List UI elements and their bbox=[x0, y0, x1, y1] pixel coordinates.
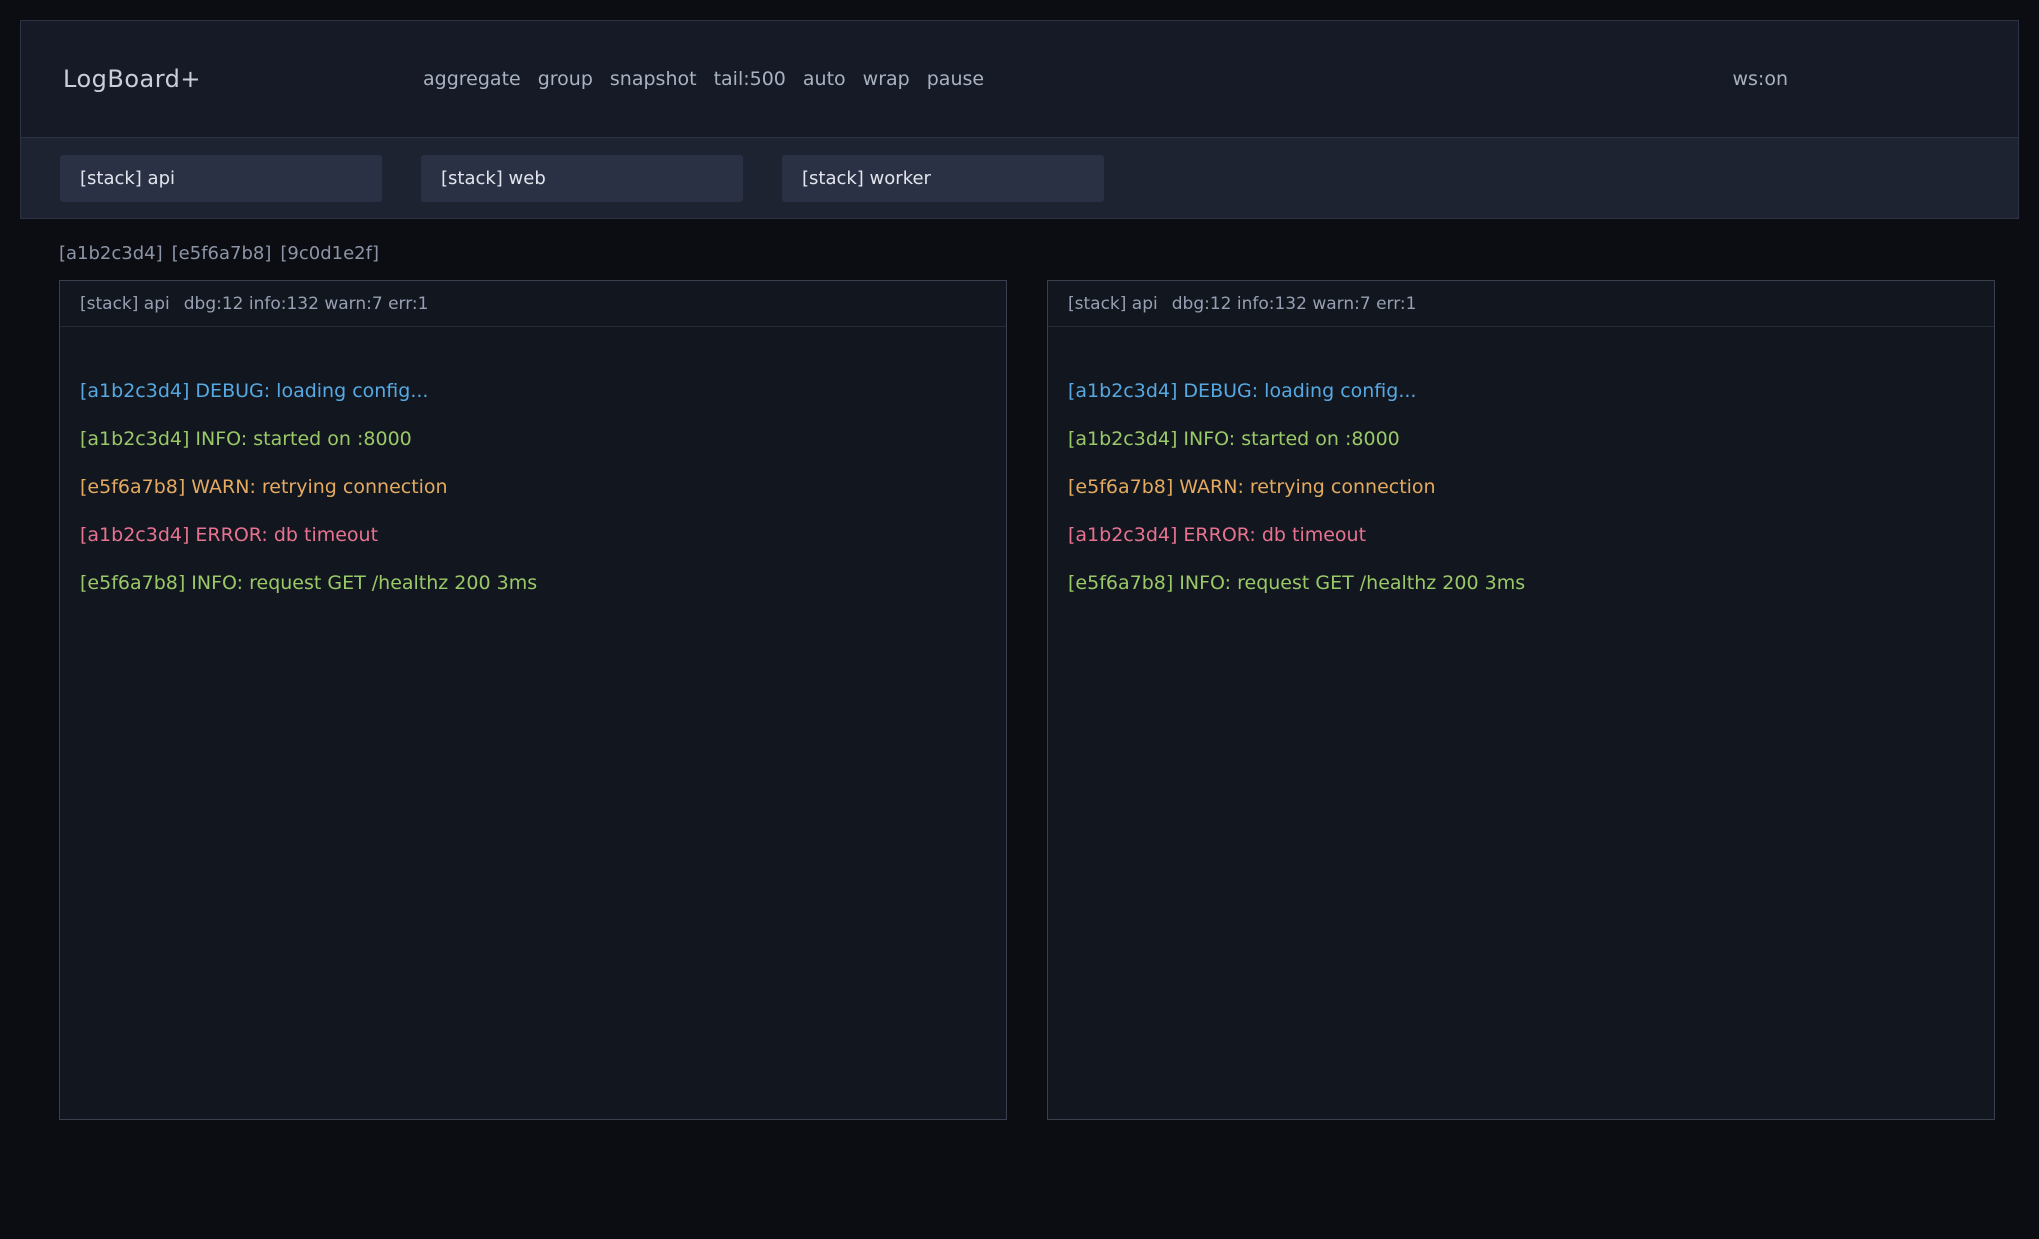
log-line: [e5f6a7b8] WARN: retrying connection bbox=[1068, 463, 1974, 511]
panel-header: [stack] api dbg:12 info:132 warn:7 err:1 bbox=[60, 281, 1006, 327]
toolbar-item-group[interactable]: group bbox=[538, 68, 593, 90]
stack-tab-api[interactable]: [stack] api bbox=[60, 155, 382, 202]
top-shell: LogBoard+ aggregate group snapshot tail:… bbox=[20, 20, 2019, 219]
toolbar-item-aggregate[interactable]: aggregate bbox=[423, 68, 521, 90]
panel-stats: dbg:12 info:132 warn:7 err:1 bbox=[1172, 294, 1417, 314]
trace-id-chip: [9c0d1e2f] bbox=[280, 243, 379, 264]
app-title: LogBoard+ bbox=[63, 65, 201, 93]
trace-id-chip: [a1b2c3d4] bbox=[59, 243, 163, 264]
panel-header: [stack] api dbg:12 info:132 warn:7 err:1 bbox=[1048, 281, 1994, 327]
panel-title: [stack] api bbox=[1068, 294, 1158, 314]
toolbar-item-pause[interactable]: pause bbox=[927, 68, 984, 90]
log-line: [a1b2c3d4] INFO: started on :8000 bbox=[80, 415, 986, 463]
toolbar: aggregate group snapshot tail:500 auto w… bbox=[423, 68, 984, 90]
log-line: [a1b2c3d4] ERROR: db timeout bbox=[80, 511, 986, 559]
stack-tab-row: [stack] api [stack] web [stack] worker bbox=[21, 137, 2018, 218]
panel-stats: dbg:12 info:132 warn:7 err:1 bbox=[184, 294, 429, 314]
toolbar-item-snapshot[interactable]: snapshot bbox=[610, 68, 697, 90]
ws-status[interactable]: ws:on bbox=[1732, 68, 1788, 90]
toolbar-item-tail[interactable]: tail:500 bbox=[714, 68, 786, 90]
log-panel-right: [stack] api dbg:12 info:132 warn:7 err:1… bbox=[1047, 280, 1995, 1120]
log-line: [a1b2c3d4] DEBUG: loading config... bbox=[80, 367, 986, 415]
log-scroll-area[interactable]: [a1b2c3d4] DEBUG: loading config... [a1b… bbox=[60, 327, 1006, 1118]
panel-title: [stack] api bbox=[80, 294, 170, 314]
log-line: [e5f6a7b8] WARN: retrying connection bbox=[80, 463, 986, 511]
log-panel-left: [stack] api dbg:12 info:132 warn:7 err:1… bbox=[59, 280, 1007, 1120]
log-line: [a1b2c3d4] DEBUG: loading config... bbox=[1068, 367, 1974, 415]
log-line: [a1b2c3d4] ERROR: db timeout bbox=[1068, 511, 1974, 559]
toolbar-item-wrap[interactable]: wrap bbox=[863, 68, 910, 90]
title-bar: LogBoard+ aggregate group snapshot tail:… bbox=[21, 21, 2018, 137]
toolbar-item-auto[interactable]: auto bbox=[803, 68, 846, 90]
trace-id-chip: [e5f6a7b8] bbox=[172, 243, 272, 264]
log-line: [e5f6a7b8] INFO: request GET /healthz 20… bbox=[1068, 559, 1974, 607]
stack-tab-worker[interactable]: [stack] worker bbox=[782, 155, 1104, 202]
stack-tab-web[interactable]: [stack] web bbox=[421, 155, 743, 202]
trace-id-line: [a1b2c3d4] [e5f6a7b8] [9c0d1e2f] bbox=[59, 243, 379, 264]
log-line: [e5f6a7b8] INFO: request GET /healthz 20… bbox=[80, 559, 986, 607]
log-scroll-area[interactable]: [a1b2c3d4] DEBUG: loading config... [a1b… bbox=[1048, 327, 1994, 1118]
log-line: [a1b2c3d4] INFO: started on :8000 bbox=[1068, 415, 1974, 463]
log-panels: [stack] api dbg:12 info:132 warn:7 err:1… bbox=[59, 280, 1995, 1120]
